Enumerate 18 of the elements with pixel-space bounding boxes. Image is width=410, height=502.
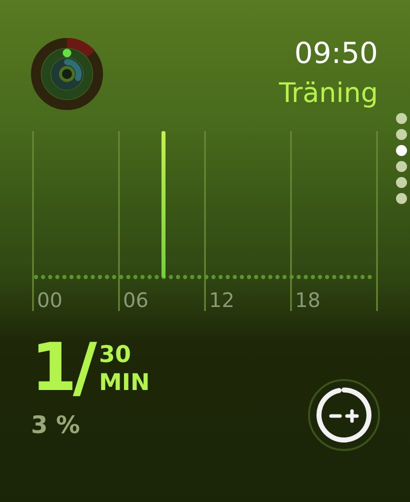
hour-label: 06 [123, 288, 148, 312]
page-dot[interactable] [396, 145, 407, 156]
goal-unit: MIN [99, 369, 150, 397]
page-dot[interactable] [396, 193, 407, 204]
goal-value: 30 [99, 341, 132, 369]
page-dot[interactable] [396, 113, 407, 124]
app-title: Träning [278, 78, 378, 110]
activity-rings-icon [31, 38, 103, 110]
page-dot[interactable] [396, 161, 407, 172]
page-dot[interactable] [396, 129, 407, 140]
hour-label: 00 [37, 288, 62, 312]
hour-label: 12 [209, 288, 234, 312]
percent-complete: 3 % [31, 411, 82, 439]
time: 09:50 [294, 36, 378, 70]
move-minutes: 1/ [31, 335, 94, 401]
hour-label: 18 [295, 288, 320, 312]
minus-plus-icon [316, 387, 372, 443]
page-dot[interactable] [396, 177, 407, 188]
